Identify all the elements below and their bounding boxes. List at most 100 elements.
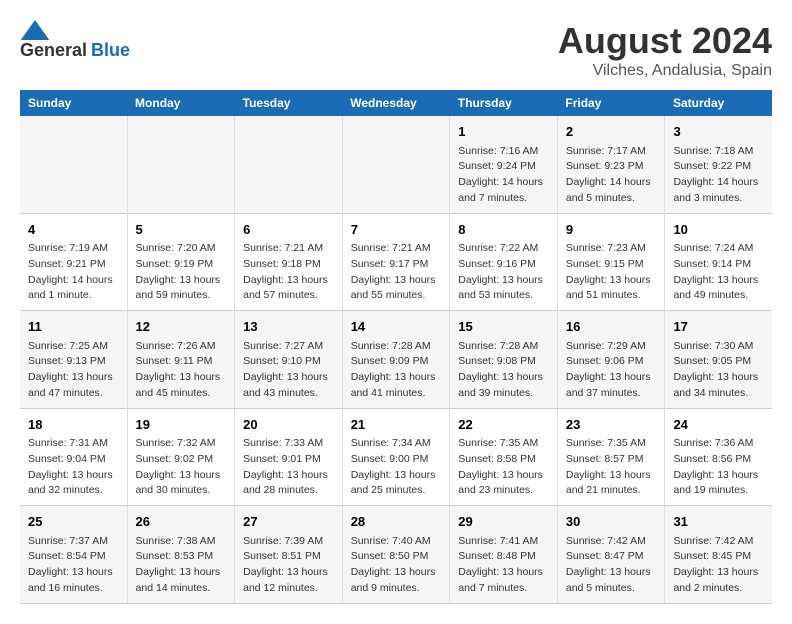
day-number: 14 <box>351 317 442 337</box>
day-number: 26 <box>136 512 227 532</box>
day-content: Sunrise: 7:21 AM Sunset: 9:18 PM Dayligh… <box>243 241 334 304</box>
day-number: 3 <box>673 122 764 142</box>
calendar-cell: 31Sunrise: 7:42 AM Sunset: 8:45 PM Dayli… <box>665 506 772 604</box>
calendar-cell: 7Sunrise: 7:21 AM Sunset: 9:17 PM Daylig… <box>342 213 450 311</box>
day-content: Sunrise: 7:24 AM Sunset: 9:14 PM Dayligh… <box>673 241 764 304</box>
day-content: Sunrise: 7:19 AM Sunset: 9:21 PM Dayligh… <box>28 241 119 304</box>
day-content: Sunrise: 7:22 AM Sunset: 9:16 PM Dayligh… <box>458 241 549 304</box>
day-number: 23 <box>566 415 657 435</box>
day-content: Sunrise: 7:27 AM Sunset: 9:10 PM Dayligh… <box>243 339 334 402</box>
day-number: 2 <box>566 122 657 142</box>
calendar-cell: 20Sunrise: 7:33 AM Sunset: 9:01 PM Dayli… <box>235 408 343 506</box>
day-number: 10 <box>673 220 764 240</box>
day-number: 6 <box>243 220 334 240</box>
calendar-cell: 18Sunrise: 7:31 AM Sunset: 9:04 PM Dayli… <box>20 408 127 506</box>
calendar-cell: 17Sunrise: 7:30 AM Sunset: 9:05 PM Dayli… <box>665 311 772 409</box>
calendar-cell: 21Sunrise: 7:34 AM Sunset: 9:00 PM Dayli… <box>342 408 450 506</box>
calendar-cell: 14Sunrise: 7:28 AM Sunset: 9:09 PM Dayli… <box>342 311 450 409</box>
weekday-header-tuesday: Tuesday <box>235 90 343 116</box>
calendar-cell: 26Sunrise: 7:38 AM Sunset: 8:53 PM Dayli… <box>127 506 235 604</box>
day-number: 30 <box>566 512 657 532</box>
day-content: Sunrise: 7:21 AM Sunset: 9:17 PM Dayligh… <box>351 241 442 304</box>
day-number: 28 <box>351 512 442 532</box>
day-content: Sunrise: 7:20 AM Sunset: 9:19 PM Dayligh… <box>136 241 227 304</box>
day-number: 15 <box>458 317 549 337</box>
day-number: 5 <box>136 220 227 240</box>
calendar-cell: 5Sunrise: 7:20 AM Sunset: 9:19 PM Daylig… <box>127 213 235 311</box>
day-number: 21 <box>351 415 442 435</box>
calendar-cell: 10Sunrise: 7:24 AM Sunset: 9:14 PM Dayli… <box>665 213 772 311</box>
day-number: 9 <box>566 220 657 240</box>
day-number: 16 <box>566 317 657 337</box>
calendar-cell: 9Sunrise: 7:23 AM Sunset: 9:15 PM Daylig… <box>557 213 665 311</box>
weekday-header-thursday: Thursday <box>450 90 558 116</box>
day-content: Sunrise: 7:28 AM Sunset: 9:09 PM Dayligh… <box>351 339 442 402</box>
weekday-header-row: SundayMondayTuesdayWednesdayThursdayFrid… <box>20 90 772 116</box>
main-title: August 2024 <box>558 20 772 62</box>
weekday-header-saturday: Saturday <box>665 90 772 116</box>
day-number: 31 <box>673 512 764 532</box>
day-content: Sunrise: 7:42 AM Sunset: 8:47 PM Dayligh… <box>566 534 657 597</box>
calendar-cell: 30Sunrise: 7:42 AM Sunset: 8:47 PM Dayli… <box>557 506 665 604</box>
calendar-cell: 6Sunrise: 7:21 AM Sunset: 9:18 PM Daylig… <box>235 213 343 311</box>
day-number: 19 <box>136 415 227 435</box>
day-content: Sunrise: 7:37 AM Sunset: 8:54 PM Dayligh… <box>28 534 119 597</box>
calendar-cell: 12Sunrise: 7:26 AM Sunset: 9:11 PM Dayli… <box>127 311 235 409</box>
day-content: Sunrise: 7:41 AM Sunset: 8:48 PM Dayligh… <box>458 534 549 597</box>
week-row-2: 4Sunrise: 7:19 AM Sunset: 9:21 PM Daylig… <box>20 213 772 311</box>
calendar-cell <box>20 116 127 213</box>
day-content: Sunrise: 7:17 AM Sunset: 9:23 PM Dayligh… <box>566 144 657 207</box>
day-content: Sunrise: 7:30 AM Sunset: 9:05 PM Dayligh… <box>673 339 764 402</box>
day-content: Sunrise: 7:35 AM Sunset: 8:57 PM Dayligh… <box>566 436 657 499</box>
day-number: 8 <box>458 220 549 240</box>
day-content: Sunrise: 7:26 AM Sunset: 9:11 PM Dayligh… <box>136 339 227 402</box>
day-number: 4 <box>28 220 119 240</box>
calendar-cell: 1Sunrise: 7:16 AM Sunset: 9:24 PM Daylig… <box>450 116 558 213</box>
weekday-header-wednesday: Wednesday <box>342 90 450 116</box>
week-row-5: 25Sunrise: 7:37 AM Sunset: 8:54 PM Dayli… <box>20 506 772 604</box>
day-number: 7 <box>351 220 442 240</box>
day-number: 22 <box>458 415 549 435</box>
weekday-header-friday: Friday <box>557 90 665 116</box>
calendar-cell: 8Sunrise: 7:22 AM Sunset: 9:16 PM Daylig… <box>450 213 558 311</box>
day-number: 12 <box>136 317 227 337</box>
day-number: 18 <box>28 415 119 435</box>
day-content: Sunrise: 7:34 AM Sunset: 9:00 PM Dayligh… <box>351 436 442 499</box>
calendar-cell: 2Sunrise: 7:17 AM Sunset: 9:23 PM Daylig… <box>557 116 665 213</box>
calendar-cell: 15Sunrise: 7:28 AM Sunset: 9:08 PM Dayli… <box>450 311 558 409</box>
title-area: August 2024 Vilches, Andalusia, Spain <box>558 20 772 80</box>
calendar-cell: 13Sunrise: 7:27 AM Sunset: 9:10 PM Dayli… <box>235 311 343 409</box>
day-number: 11 <box>28 317 119 337</box>
day-content: Sunrise: 7:36 AM Sunset: 8:56 PM Dayligh… <box>673 436 764 499</box>
week-row-4: 18Sunrise: 7:31 AM Sunset: 9:04 PM Dayli… <box>20 408 772 506</box>
day-number: 20 <box>243 415 334 435</box>
day-content: Sunrise: 7:35 AM Sunset: 8:58 PM Dayligh… <box>458 436 549 499</box>
calendar-table: SundayMondayTuesdayWednesdayThursdayFrid… <box>20 90 772 604</box>
logo-blue: Blue <box>91 40 130 61</box>
calendar-cell: 23Sunrise: 7:35 AM Sunset: 8:57 PM Dayli… <box>557 408 665 506</box>
day-content: Sunrise: 7:18 AM Sunset: 9:22 PM Dayligh… <box>673 144 764 207</box>
calendar-cell: 29Sunrise: 7:41 AM Sunset: 8:48 PM Dayli… <box>450 506 558 604</box>
calendar-cell <box>235 116 343 213</box>
calendar-cell: 3Sunrise: 7:18 AM Sunset: 9:22 PM Daylig… <box>665 116 772 213</box>
calendar-cell: 25Sunrise: 7:37 AM Sunset: 8:54 PM Dayli… <box>20 506 127 604</box>
day-content: Sunrise: 7:16 AM Sunset: 9:24 PM Dayligh… <box>458 144 549 207</box>
logo-icon <box>20 20 50 40</box>
calendar-cell <box>127 116 235 213</box>
day-number: 27 <box>243 512 334 532</box>
day-content: Sunrise: 7:33 AM Sunset: 9:01 PM Dayligh… <box>243 436 334 499</box>
day-content: Sunrise: 7:42 AM Sunset: 8:45 PM Dayligh… <box>673 534 764 597</box>
day-content: Sunrise: 7:40 AM Sunset: 8:50 PM Dayligh… <box>351 534 442 597</box>
day-number: 13 <box>243 317 334 337</box>
day-content: Sunrise: 7:32 AM Sunset: 9:02 PM Dayligh… <box>136 436 227 499</box>
logo-general: General <box>20 40 87 61</box>
day-content: Sunrise: 7:31 AM Sunset: 9:04 PM Dayligh… <box>28 436 119 499</box>
week-row-1: 1Sunrise: 7:16 AM Sunset: 9:24 PM Daylig… <box>20 116 772 213</box>
weekday-header-monday: Monday <box>127 90 235 116</box>
day-number: 1 <box>458 122 549 142</box>
calendar-cell: 16Sunrise: 7:29 AM Sunset: 9:06 PM Dayli… <box>557 311 665 409</box>
day-number: 29 <box>458 512 549 532</box>
calendar-cell: 4Sunrise: 7:19 AM Sunset: 9:21 PM Daylig… <box>20 213 127 311</box>
day-number: 17 <box>673 317 764 337</box>
subtitle: Vilches, Andalusia, Spain <box>558 62 772 80</box>
